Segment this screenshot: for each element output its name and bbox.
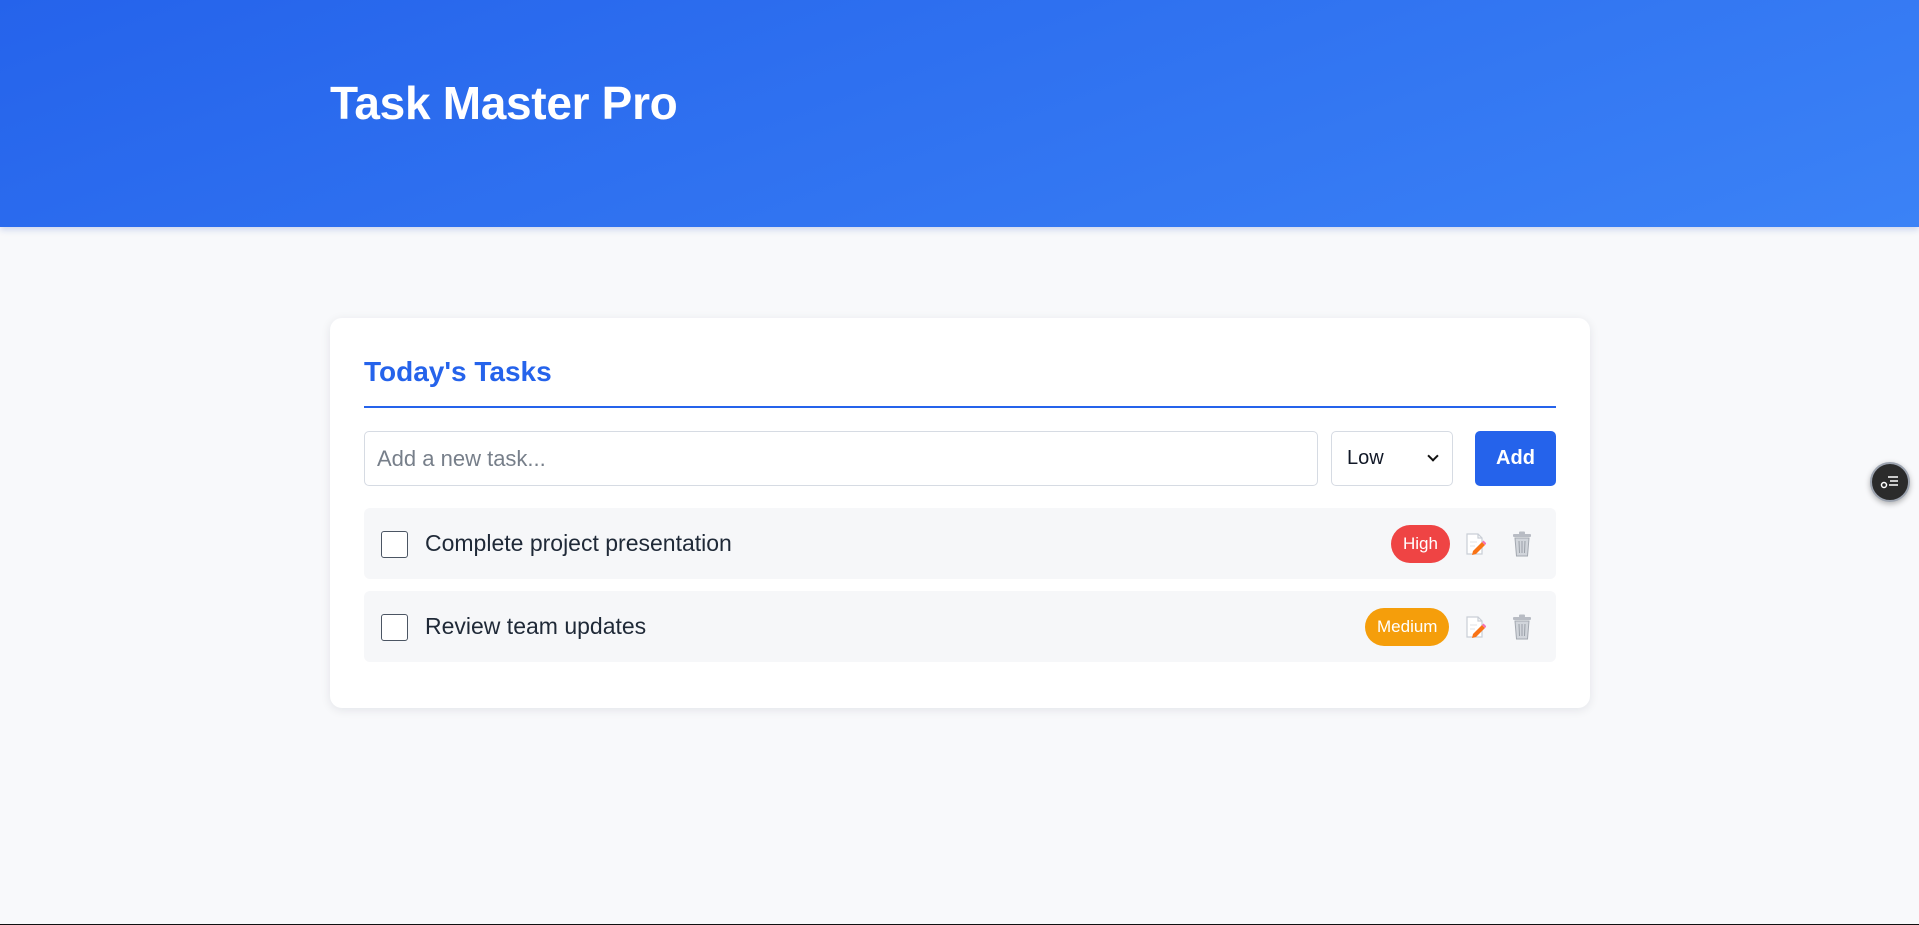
- edit-icon[interactable]: [1464, 532, 1486, 556]
- settings-list-icon: [1880, 476, 1898, 489]
- trash-icon[interactable]: [1510, 614, 1534, 640]
- task-text: Complete project presentation: [425, 530, 732, 556]
- task-checkbox[interactable]: [381, 531, 408, 558]
- chevron-down-icon: [1427, 450, 1439, 462]
- priority-badge: High: [1391, 525, 1450, 563]
- add-task-button[interactable]: Add: [1475, 431, 1556, 486]
- tasks-card: Today's Tasks Low Add Complete project p…: [330, 318, 1590, 708]
- new-task-input[interactable]: [364, 431, 1318, 486]
- priority-select-value: Low: [1347, 447, 1384, 469]
- trash-icon[interactable]: [1510, 531, 1534, 557]
- title-divider: [364, 406, 1556, 408]
- app-title: Task Master Pro: [330, 77, 678, 129]
- task-row: Review team updates Medium: [364, 591, 1556, 662]
- edit-icon[interactable]: [1464, 615, 1486, 639]
- task-text: Review team updates: [425, 613, 647, 639]
- priority-select[interactable]: Low: [1331, 431, 1453, 486]
- floating-settings-button[interactable]: [1870, 462, 1910, 502]
- priority-badge: Medium: [1365, 608, 1450, 646]
- task-row: Complete project presentation High: [364, 508, 1556, 579]
- tasks-title: Today's Tasks: [364, 356, 552, 387]
- app-header: Task Master Pro: [0, 0, 1919, 227]
- task-checkbox[interactable]: [381, 614, 408, 641]
